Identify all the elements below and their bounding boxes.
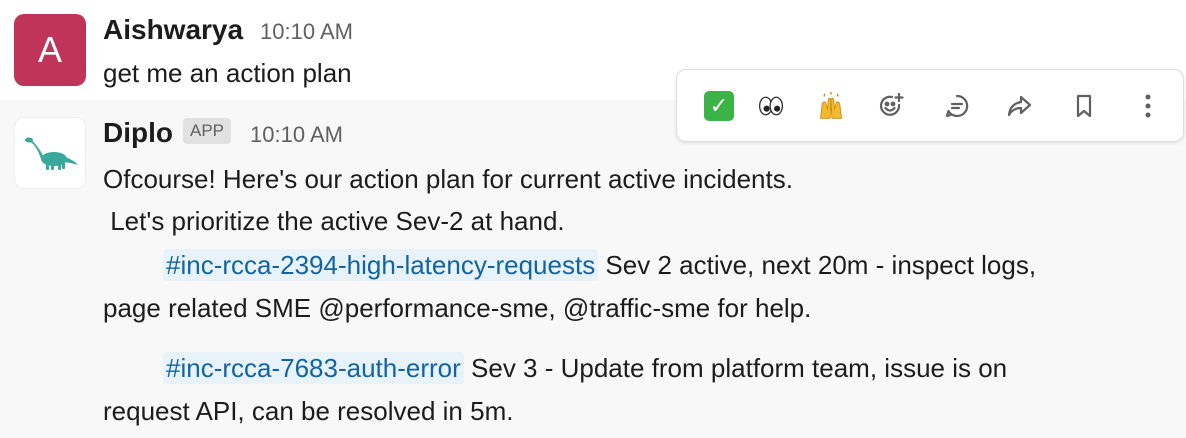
action-item-continuation: request API, can be resolved in 5m. — [103, 396, 514, 426]
avatar[interactable]: A — [14, 14, 86, 86]
add-reaction-button[interactable] — [871, 86, 911, 126]
save-bookmark-icon — [1076, 94, 1092, 118]
add-reaction-icon — [879, 92, 904, 116]
reaction-raised-hands[interactable] — [811, 86, 851, 126]
save-for-later-button[interactable] — [1064, 86, 1104, 126]
more-actions-button[interactable] — [1128, 86, 1168, 126]
action-item-text: Sev 2 active, next 20m - inspect logs, — [598, 250, 1037, 280]
avatar-letter: A — [37, 29, 62, 70]
raised-hands-icon — [820, 92, 842, 119]
message-actions-toolbar: ✓ — [676, 69, 1184, 142]
author-name[interactable]: Aishwarya — [103, 14, 243, 46]
message-text: get me an action plan — [103, 58, 352, 88]
share-message-button[interactable] — [999, 86, 1039, 126]
action-item: #inc-rcca-7683-auth-error Sev 3 - Update… — [163, 352, 1008, 384]
action-item: #inc-rcca-2394-high-latency-requests Sev… — [163, 249, 1037, 281]
reply-in-thread-button[interactable] — [937, 86, 977, 126]
message-line: Ofcourse! Here's our action plan for cur… — [103, 164, 793, 194]
channel-link[interactable]: #inc-rcca-7683-auth-error — [163, 352, 464, 384]
author-name[interactable]: Diplo — [103, 117, 173, 149]
more-actions-icon — [1145, 94, 1151, 118]
eyes-icon — [758, 96, 784, 116]
action-item-text: Sev 3 - Update from platform team, issue… — [463, 353, 1008, 383]
timestamp[interactable]: 10:10 AM — [250, 122, 343, 148]
action-item-continuation: page related SME @performance-sme, @traf… — [103, 293, 812, 323]
reaction-check-mark[interactable]: ✓ — [699, 86, 739, 126]
timestamp[interactable]: 10:10 AM — [260, 19, 353, 45]
reply-in-thread-icon — [945, 94, 969, 118]
message-line: Let's prioritize the active Sev-2 at han… — [103, 206, 565, 236]
check-mark-icon: ✓ — [704, 91, 734, 121]
app-badge: APP — [183, 118, 232, 144]
dinosaur-icon — [25, 137, 78, 170]
avatar[interactable] — [14, 117, 86, 189]
channel-link[interactable]: #inc-rcca-2394-high-latency-requests — [163, 249, 599, 281]
share-message-icon — [1007, 95, 1032, 117]
reaction-eyes[interactable] — [751, 86, 791, 126]
